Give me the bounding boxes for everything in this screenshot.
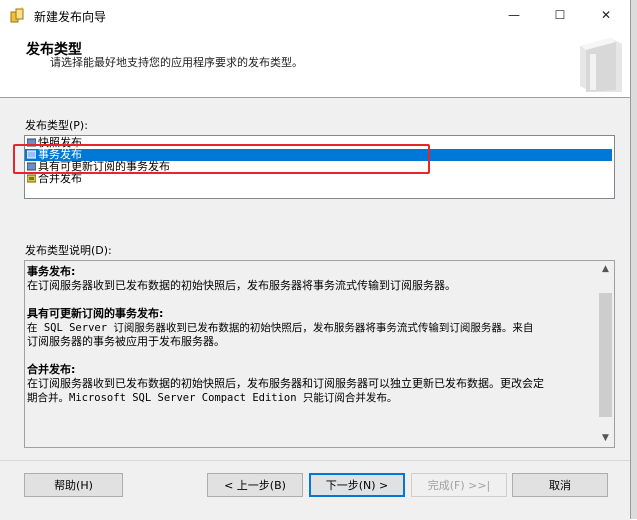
scroll-down-icon[interactable]: ▼ bbox=[597, 430, 614, 447]
publication-type-label: 发布类型(P): bbox=[25, 119, 88, 132]
description-scrollbar[interactable]: ▲ ▼ bbox=[597, 261, 614, 447]
desc-heading-updatable: 具有可更新订阅的事务发布: bbox=[27, 307, 164, 320]
annotation-highlight-box bbox=[13, 144, 430, 174]
scroll-up-icon[interactable]: ▲ bbox=[597, 261, 614, 278]
desc-line: 在订阅服务器收到已发布数据的初始快照后，发布服务器和订阅服务器可以独立更新已发布… bbox=[27, 377, 544, 390]
description-box[interactable]: 事务发布: 在订阅服务器收到已发布数据的初始快照后，发布服务器将事务流式传输到订… bbox=[24, 260, 615, 448]
window-title: 新建发布向导 bbox=[34, 10, 107, 24]
minimize-button[interactable]: — bbox=[491, 0, 537, 31]
maximize-button[interactable]: ☐ bbox=[537, 0, 583, 31]
next-button[interactable]: 下一步(N) > bbox=[309, 473, 405, 497]
desc-line: 在订阅服务器收到已发布数据的初始快照后，发布服务器将事务流式传输到订阅服务器。 bbox=[27, 279, 456, 292]
description-label: 发布类型说明(D): bbox=[25, 244, 112, 257]
page-description: 请选择能最好地支持您的应用程序要求的发布类型。 bbox=[50, 56, 303, 69]
back-button[interactable]: < 上一步(B) bbox=[207, 473, 303, 497]
desc-line: 订阅服务器的事务被应用于发布服务器。 bbox=[27, 335, 225, 348]
desc-line: 期合并。Microsoft SQL Server Compact Edition… bbox=[27, 392, 398, 404]
scrollbar-thumb[interactable] bbox=[599, 293, 612, 417]
wizard-app-icon bbox=[10, 7, 24, 23]
wizard-banner-graphic bbox=[580, 38, 622, 92]
finish-button[interactable]: 完成(F) >>| bbox=[411, 473, 507, 497]
description-text: 事务发布: 在订阅服务器收到已发布数据的初始快照后，发布服务器将事务流式传输到订… bbox=[27, 265, 593, 405]
background-window-edge bbox=[630, 0, 637, 519]
merge-publication-icon bbox=[27, 174, 36, 183]
close-button[interactable]: ✕ bbox=[583, 0, 629, 31]
desc-line: 在 SQL Server 订阅服务器收到已发布数据的初始快照后，发布服务器将事务… bbox=[27, 322, 534, 334]
desc-heading-merge: 合并发布: bbox=[27, 363, 76, 376]
list-item-merge[interactable]: 合并发布 bbox=[25, 173, 612, 185]
cancel-button[interactable]: 取消 bbox=[512, 473, 608, 497]
desc-heading-transactional: 事务发布: bbox=[27, 265, 76, 278]
help-button[interactable]: 帮助(H) bbox=[24, 473, 123, 497]
